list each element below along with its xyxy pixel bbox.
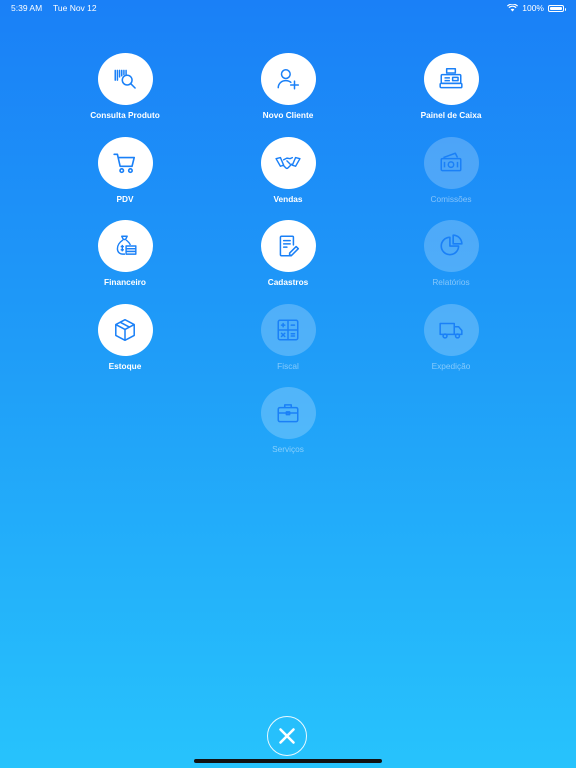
consulta-produto-button[interactable] [97, 53, 153, 105]
servicos-label: Serviços [272, 444, 304, 454]
menu-item-comissoes[interactable]: Comissões [391, 137, 511, 204]
menu-item-pdv[interactable]: PDV [65, 137, 185, 204]
close-icon [279, 728, 295, 744]
add-user-icon [277, 69, 300, 90]
menu-item-fiscal[interactable]: Fiscal [228, 304, 348, 371]
menu-item-novo-cliente[interactable]: Novo Cliente [228, 53, 348, 120]
document-edit-icon [279, 235, 300, 257]
expedicao-button[interactable] [423, 304, 479, 356]
fiscal-label: Fiscal [277, 361, 299, 371]
menu-item-painel-de-caixa[interactable]: Painel de Caixa [391, 53, 511, 120]
menu-item-cadastros[interactable]: Cadastros [228, 220, 348, 287]
barcode-search-icon [114, 69, 136, 89]
close-button[interactable] [267, 716, 307, 756]
consulta-produto-label: Consulta Produto [90, 110, 160, 120]
menu-item-vendas[interactable]: Vendas [228, 137, 348, 204]
cadastros-button[interactable] [260, 220, 316, 272]
financeiro-label: Financeiro [104, 277, 146, 287]
pie-chart-icon [440, 234, 463, 256]
vendas-button[interactable] [260, 137, 316, 189]
servicos-button[interactable] [260, 387, 316, 439]
fiscal-button[interactable] [260, 304, 316, 356]
vendas-label: Vendas [273, 194, 303, 204]
money-bag-icon [116, 235, 137, 255]
battery-icon [548, 4, 566, 12]
calculator-icon [277, 319, 299, 341]
status-date: Tue Nov 12 [53, 3, 97, 13]
wifi-icon [507, 4, 519, 12]
box-icon [115, 318, 135, 342]
cash-register-icon [439, 67, 463, 89]
menu-item-financeiro[interactable]: Financeiro [65, 220, 185, 287]
status-right: 100% [507, 3, 566, 13]
cart-icon [113, 153, 136, 174]
menu-item-servicos[interactable]: Serviços [228, 387, 348, 454]
comissoes-label: Comissões [430, 194, 472, 204]
relatorios-button[interactable] [423, 220, 479, 272]
painel-de-caixa-label: Painel de Caixa [420, 110, 482, 120]
status-time: 5:39 AM [11, 3, 43, 13]
menu-item-expedicao[interactable]: Expedição [391, 304, 511, 371]
money-icon [440, 152, 462, 172]
battery-percent: 100% [522, 3, 544, 13]
pdv-button[interactable] [97, 137, 153, 189]
expedicao-label: Expedição [431, 361, 471, 371]
menu-item-relatorios[interactable]: Relatórios [391, 220, 511, 287]
estoque-button[interactable] [97, 304, 153, 356]
menu-item-estoque[interactable]: Estoque [65, 304, 185, 371]
briefcase-icon [277, 404, 299, 423]
handshake-icon [275, 156, 301, 170]
estoque-label: Estoque [108, 361, 142, 371]
novo-cliente-button[interactable] [260, 53, 316, 105]
comissoes-button[interactable] [423, 137, 479, 189]
menu-item-consulta-produto[interactable]: Consulta Produto [65, 53, 185, 120]
pdv-label: PDV [116, 194, 134, 204]
financeiro-button[interactable] [97, 220, 153, 272]
status-bar: 5:39 AM Tue Nov 12 100% [0, 0, 576, 16]
novo-cliente-label: Novo Cliente [262, 110, 314, 120]
cadastros-label: Cadastros [267, 277, 309, 287]
home-indicator [194, 759, 382, 763]
relatorios-label: Relatórios [432, 277, 470, 287]
truck-icon [439, 322, 463, 339]
painel-de-caixa-button[interactable] [423, 53, 479, 105]
